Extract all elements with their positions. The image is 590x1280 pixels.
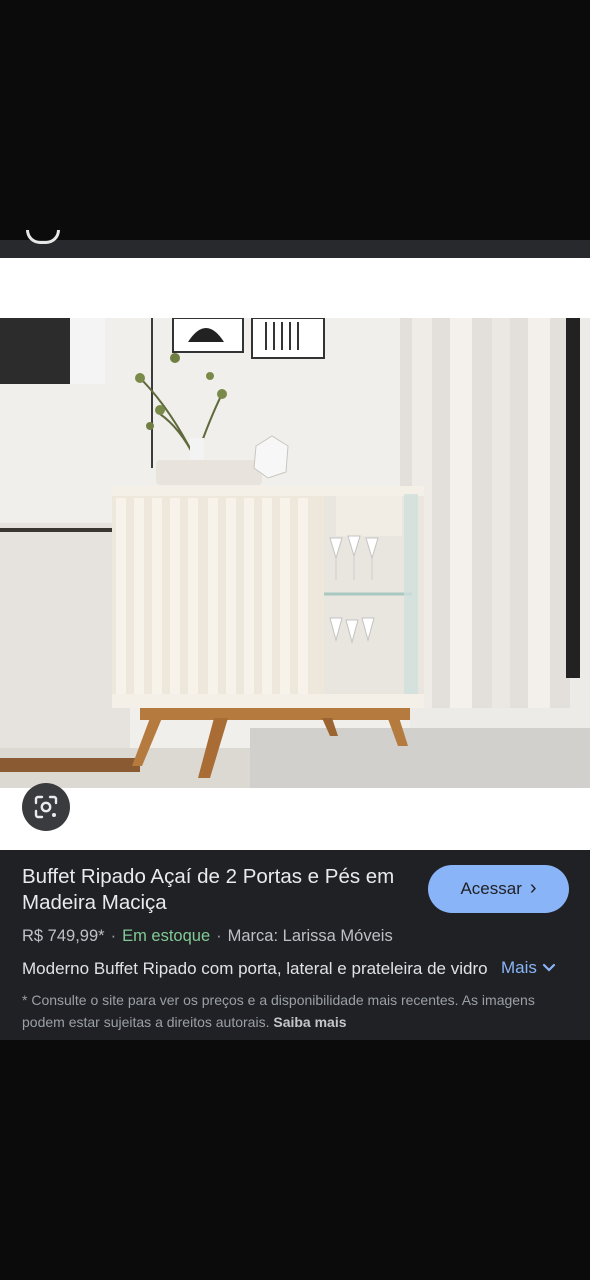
product-title[interactable]: Buffet Ripado Açaí de 2 Portas e Pés em … [22, 864, 412, 916]
separator-dot: · [216, 927, 222, 945]
bottom-black-area [0, 1040, 590, 1280]
disclaimer: * Consulte o site para ver os preços e a… [22, 989, 562, 1033]
product-meta-row: R$ 749,99* · Em estoque · Marca: Larissa Móv… [22, 927, 393, 946]
more-button[interactable]: Mais [501, 958, 556, 978]
product-image[interactable] [0, 318, 590, 788]
visit-button-label: Acessar [460, 879, 522, 898]
more-button-label: Mais [501, 958, 537, 977]
product-description: Moderno Buffet Ripado com porta, lateral… [22, 959, 488, 978]
stock-status: Em estoque [122, 927, 211, 945]
google-lens-icon[interactable] [22, 783, 70, 831]
separator-dot: · [110, 927, 117, 945]
product-price: R$ 749,99* [22, 927, 105, 945]
product-info-panel: Buffet Ripado Açaí de 2 Portas e Pés em … [0, 850, 590, 1040]
image-preview-panel [0, 258, 590, 850]
product-brand: Marca: Larissa Móveis [227, 927, 393, 945]
top-sheet-strip [0, 240, 590, 258]
chevron-down-icon [542, 963, 556, 972]
chevron-right-icon: › [529, 877, 537, 899]
visit-button[interactable]: Acessar › [428, 865, 569, 913]
learn-more-link[interactable]: Saiba mais [273, 1014, 346, 1030]
top-black-area [0, 0, 590, 240]
